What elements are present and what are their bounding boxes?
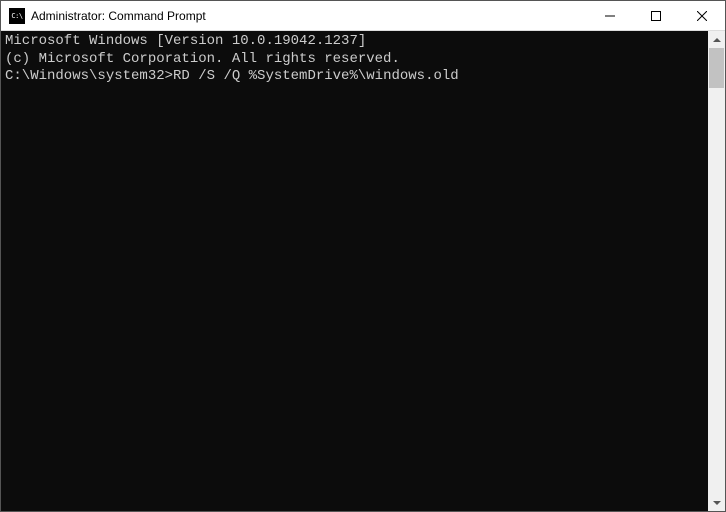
window-title: Administrator: Command Prompt [31, 9, 587, 23]
scroll-down-button[interactable] [708, 494, 725, 511]
output-line: (c) Microsoft Corporation. All rights re… [5, 51, 704, 69]
maximize-button[interactable] [633, 1, 679, 30]
chevron-up-icon [713, 38, 721, 42]
chevron-down-icon [713, 501, 721, 505]
minimize-icon [605, 11, 615, 21]
command-text: RD /S /Q %SystemDrive%\windows.old [173, 68, 459, 84]
scrollbar-thumb[interactable] [709, 48, 724, 88]
output-line: Microsoft Windows [Version 10.0.19042.12… [5, 33, 704, 51]
terminal-output[interactable]: Microsoft Windows [Version 10.0.19042.12… [1, 31, 708, 511]
terminal-area: Microsoft Windows [Version 10.0.19042.12… [1, 31, 725, 511]
prompt-path: C:\Windows\system32> [5, 68, 173, 84]
maximize-icon [651, 11, 661, 21]
close-icon [697, 11, 707, 21]
scroll-up-button[interactable] [708, 31, 725, 48]
prompt-line: C:\Windows\system32>RD /S /Q %SystemDriv… [5, 68, 704, 86]
cmd-icon [9, 8, 25, 24]
vertical-scrollbar[interactable] [708, 31, 725, 511]
window-controls [587, 1, 725, 30]
close-button[interactable] [679, 1, 725, 30]
minimize-button[interactable] [587, 1, 633, 30]
titlebar[interactable]: Administrator: Command Prompt [1, 1, 725, 31]
scrollbar-track[interactable] [708, 48, 725, 494]
command-prompt-window: Administrator: Command Prompt Microsoft … [0, 0, 726, 512]
